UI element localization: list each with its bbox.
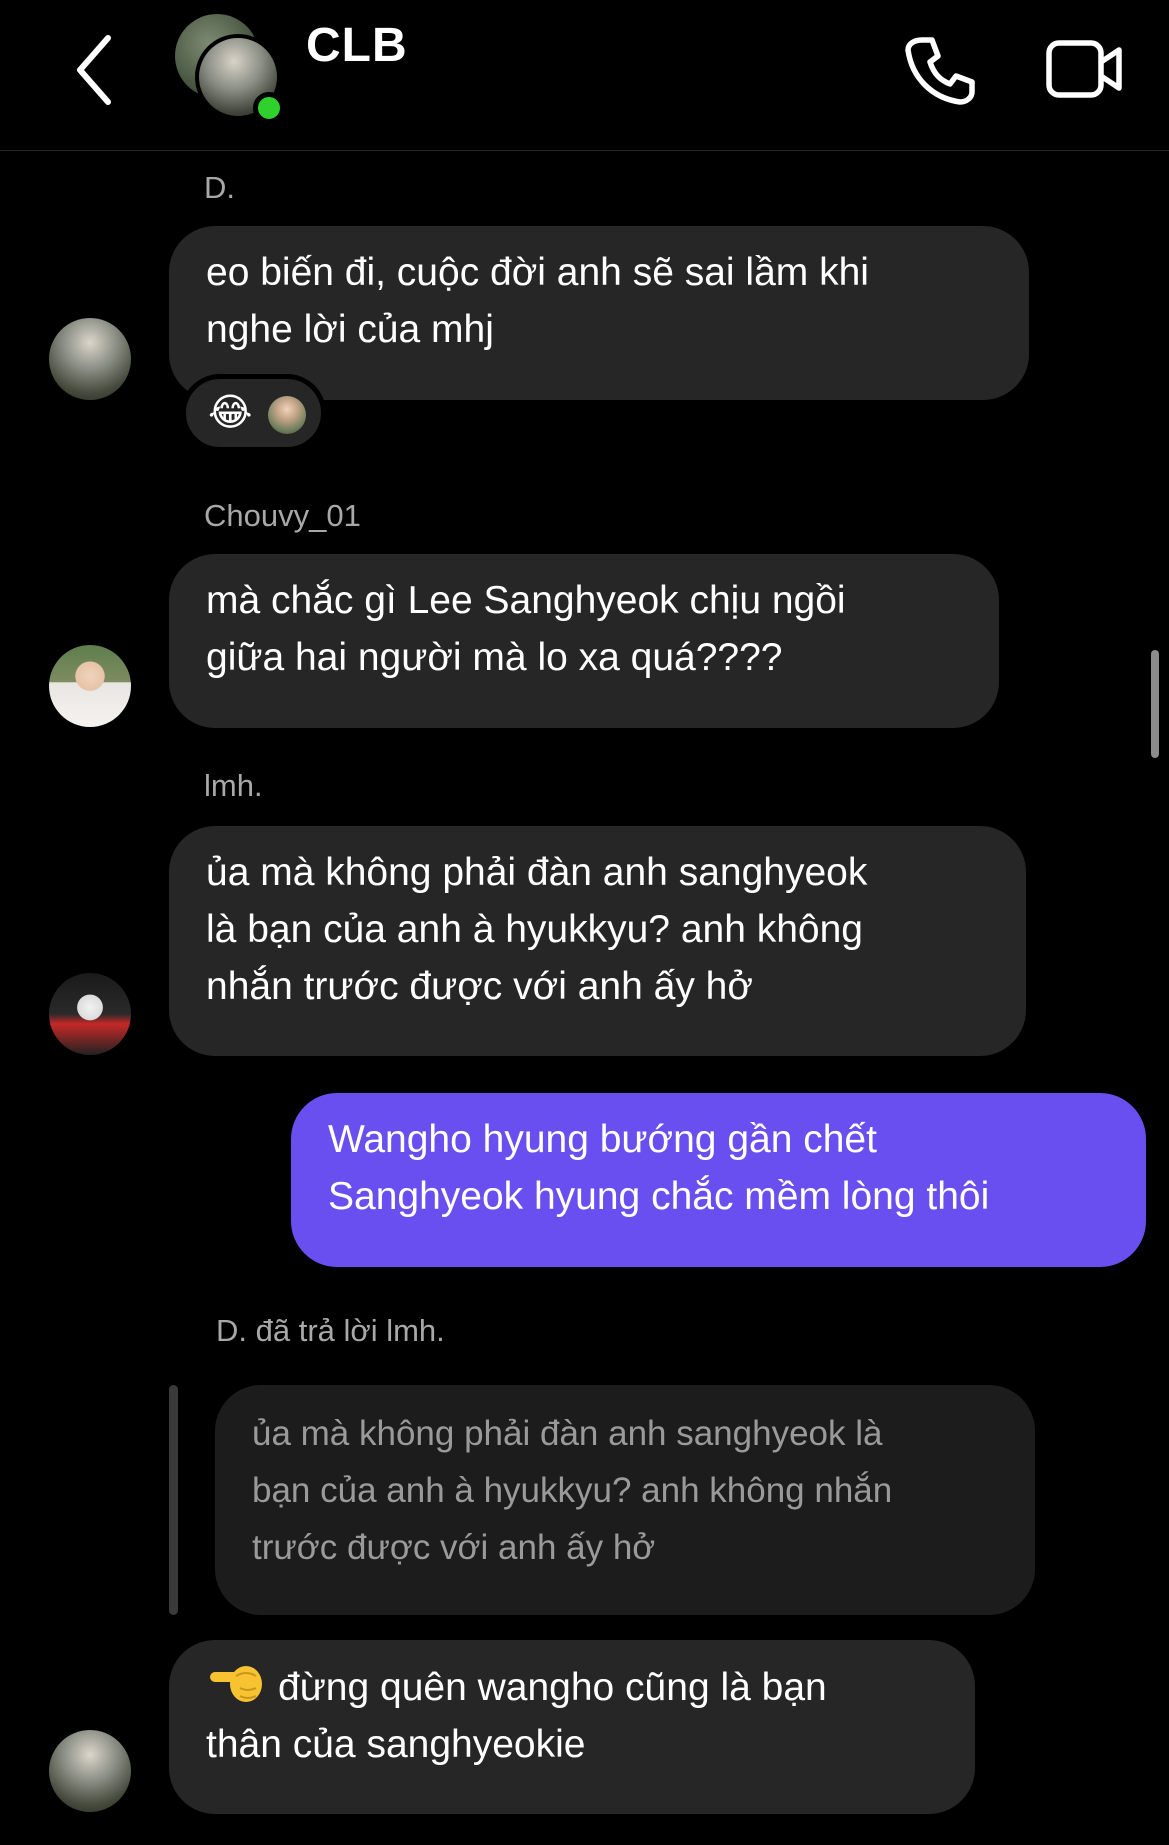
message-text-line: nghe lời của mhj bbox=[206, 308, 494, 351]
message-text-line: giữa hai người mà lo xa quá???? bbox=[206, 636, 783, 679]
message-text-line: Sanghyeok hyung chắc mềm lòng thôi bbox=[328, 1175, 990, 1218]
avatar[interactable] bbox=[49, 973, 131, 1055]
sender-name: Chouvy_01 bbox=[204, 498, 361, 533]
quoted-text-line: ủa mà không phải đàn anh sanghyeok là bbox=[252, 1414, 883, 1453]
avatar[interactable] bbox=[49, 1730, 131, 1812]
reply-label: D. đã trả lời lmh. bbox=[216, 1313, 445, 1348]
chevron-left-icon[interactable] bbox=[60, 30, 130, 110]
message-text-line: nhắn trước được với anh ấy hở bbox=[206, 965, 753, 1008]
sender-name: D. bbox=[204, 170, 235, 205]
message-bubble[interactable]: mà chắc gì Lee Sanghyeok chịu ngồi giữa … bbox=[169, 554, 999, 728]
phone-icon[interactable] bbox=[900, 30, 980, 110]
message-bubble[interactable]: đừng quên wangho cũng là bạn thân của sa… bbox=[169, 1640, 975, 1814]
scrollbar[interactable] bbox=[1151, 650, 1159, 758]
message-bubble[interactable]: eo biến đi, cuộc đời anh sẽ sai lầm khi … bbox=[169, 226, 1029, 400]
online-status-indicator bbox=[253, 92, 285, 124]
message-text-line: thân của sanghyeokie bbox=[206, 1723, 586, 1766]
message-text-line: ủa mà không phải đàn anh sanghyeok bbox=[206, 851, 868, 894]
video-camera-icon[interactable] bbox=[1045, 36, 1125, 102]
outgoing-message-bubble[interactable]: Wangho hyung bướng gần chết Sanghyeok hy… bbox=[291, 1093, 1146, 1267]
chat-title[interactable]: CLB bbox=[306, 18, 408, 73]
avatar[interactable] bbox=[49, 645, 131, 727]
message-text-line: đừng quên wangho cũng là bạn bbox=[278, 1666, 827, 1709]
chat-header: CLB bbox=[0, 0, 1169, 151]
message-text-line: là bạn của anh à hyukkyu? anh không bbox=[206, 908, 864, 951]
quoted-text-line: trước được với anh ấy hở bbox=[252, 1528, 656, 1567]
quoted-message[interactable]: ủa mà không phải đàn anh sanghyeok là bạ… bbox=[215, 1385, 1035, 1615]
reactor-avatar bbox=[268, 396, 306, 434]
message-reactions[interactable]: 😂 bbox=[181, 374, 326, 452]
pointing-hand-icon bbox=[206, 1658, 264, 1706]
message-text-line: Wangho hyung bướng gần chết bbox=[328, 1118, 877, 1161]
avatar[interactable] bbox=[49, 318, 131, 400]
sender-name: lmh. bbox=[204, 768, 263, 803]
quoted-text-line: bạn của anh à hyukkyu? anh không nhắn bbox=[252, 1471, 893, 1510]
group-avatar[interactable] bbox=[175, 14, 285, 124]
laughing-emoji-icon: 😂 bbox=[208, 392, 253, 434]
message-bubble[interactable]: ủa mà không phải đàn anh sanghyeok là bạ… bbox=[169, 826, 1026, 1056]
message-text-line: eo biến đi, cuộc đời anh sẽ sai lầm khi bbox=[206, 251, 869, 294]
message-text-line: mà chắc gì Lee Sanghyeok chịu ngồi bbox=[206, 579, 846, 622]
reply-indicator-bar bbox=[169, 1385, 178, 1615]
